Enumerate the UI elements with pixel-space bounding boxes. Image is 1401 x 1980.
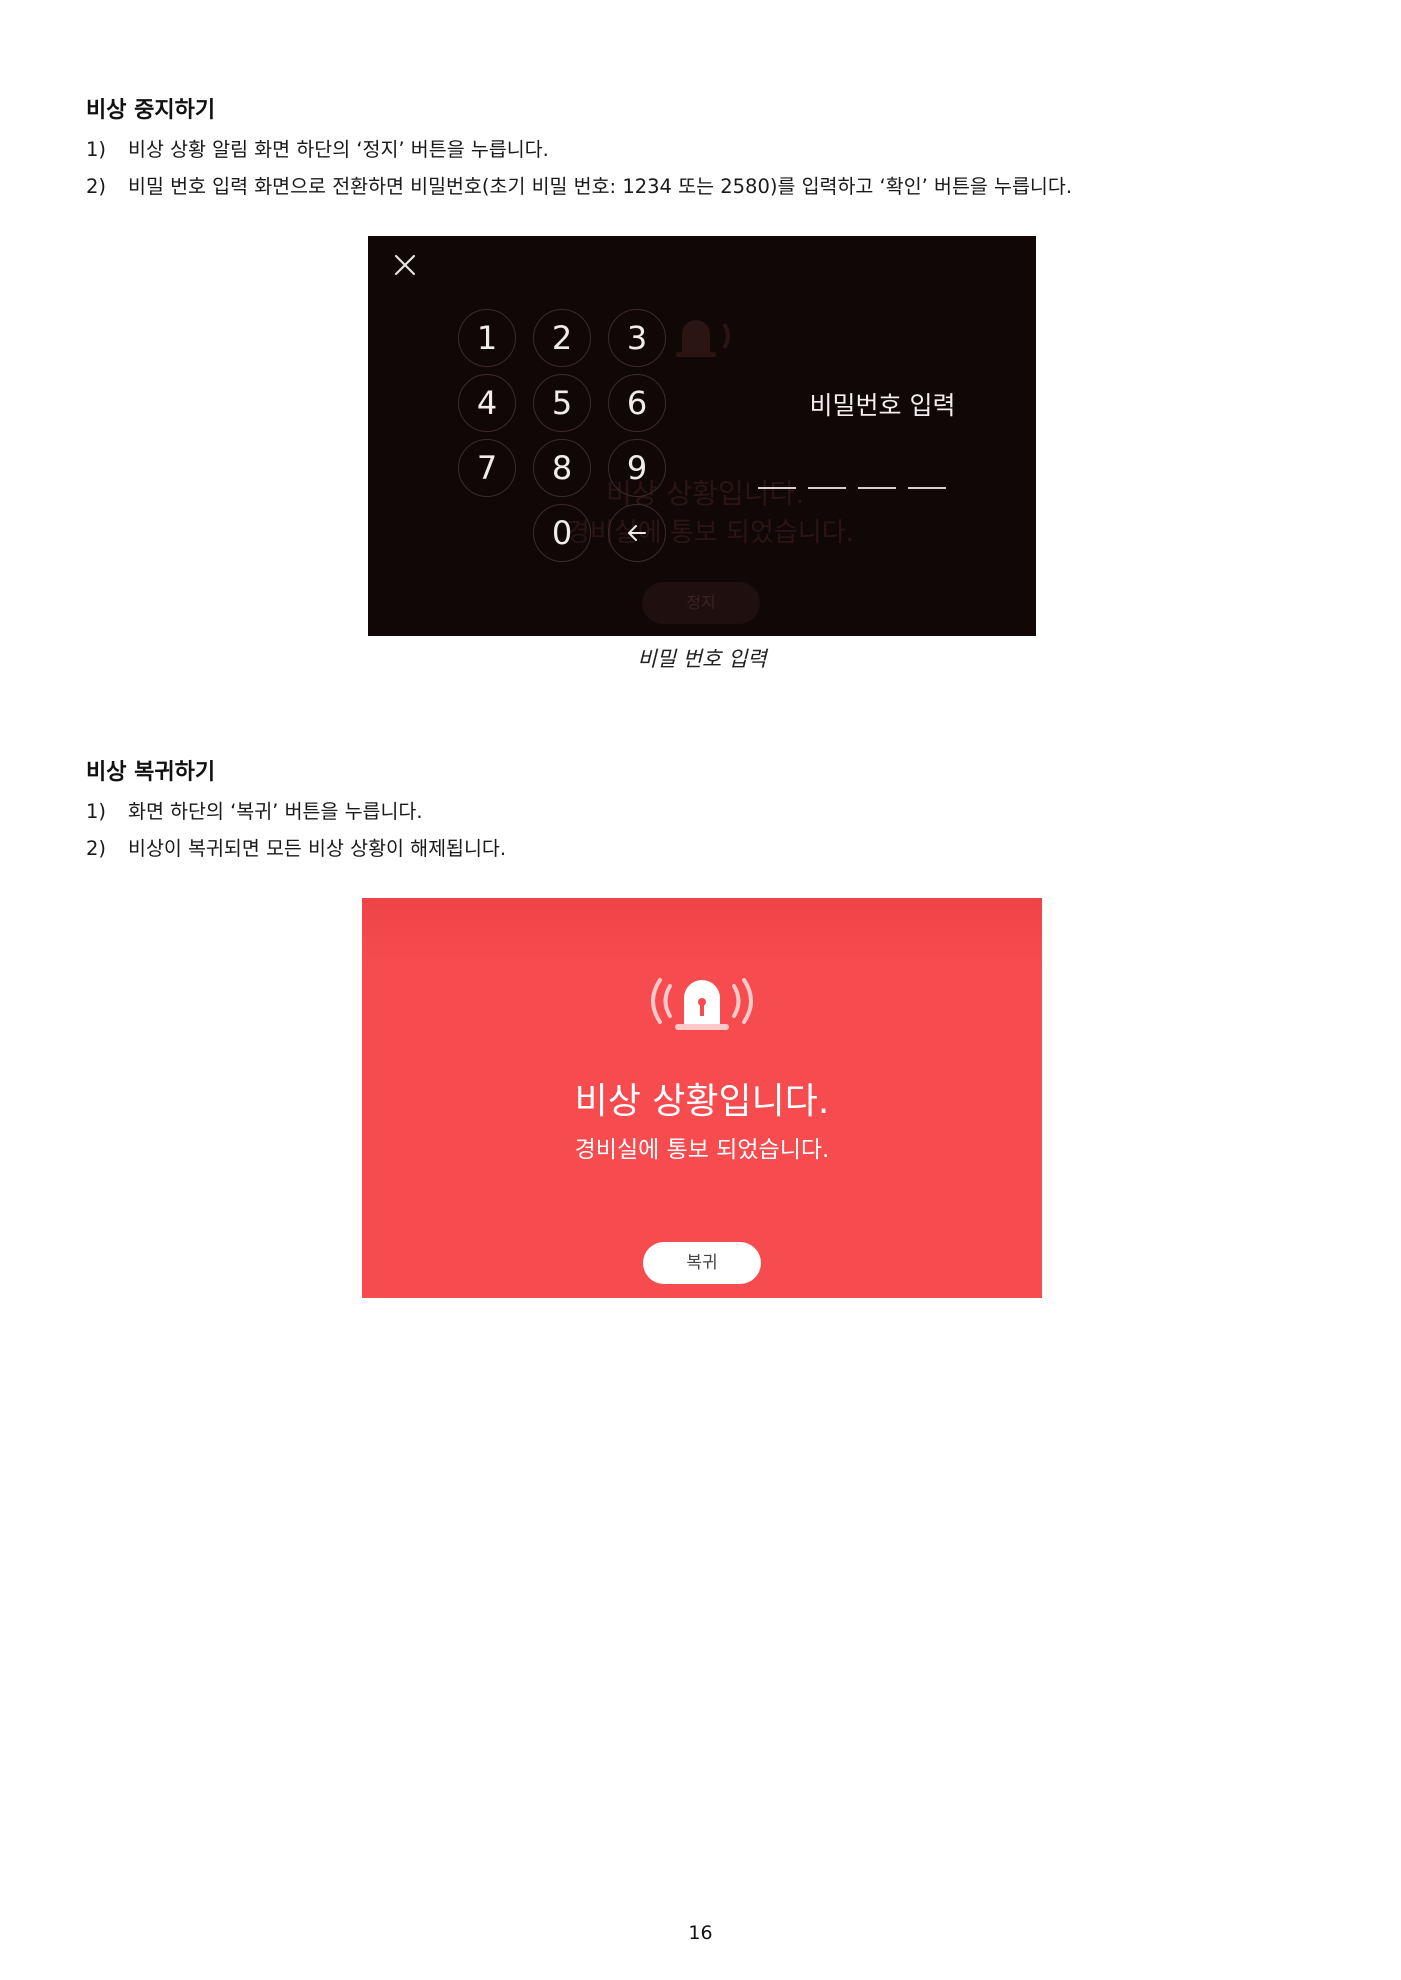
key-8[interactable]: 8 [533,439,591,497]
step-2: 2) 비밀 번호 입력 화면으로 전환하면 비밀번호(초기 비밀 번호: 1234… [86,170,1072,199]
siren-icon [651,978,753,1030]
password-digit-slot [758,487,796,489]
background-siren-icon [676,320,730,357]
key-0[interactable]: 0 [533,504,591,562]
password-digit-slot [858,487,896,489]
step-text: 비상 상황 알림 화면 하단의 ‘정지’ 버튼을 누릅니다. [128,138,549,161]
section-heading-emergency-stop: 비상 중지하기 [86,98,216,123]
key-1[interactable]: 1 [458,309,516,367]
step-number: 1) [86,138,107,161]
password-entry-title: 비밀번호 입력 [809,391,956,420]
step-1: 1) 비상 상황 알림 화면 하단의 ‘정지’ 버튼을 누릅니다. [86,133,549,162]
step-number: 2) [86,837,107,860]
background-stop-button: 정지 [642,582,760,624]
key-9[interactable]: 9 [608,439,666,497]
key-7[interactable]: 7 [458,439,516,497]
step-1: 1) 화면 하단의 ‘복귀’ 버튼을 누릅니다. [86,795,423,824]
emergency-alarm-screenshot: 비상 상황입니다. 경비실에 통보 되었습니다. 복귀 [362,898,1042,1298]
key-6[interactable]: 6 [608,374,666,432]
key-3[interactable]: 3 [608,309,666,367]
step-2: 2) 비상이 복귀되면 모든 비상 상황이 해제됩니다. [86,832,506,861]
step-text: 화면 하단의 ‘복귀’ 버튼을 누릅니다. [128,800,423,823]
step-text: 비밀 번호 입력 화면으로 전환하면 비밀번호(초기 비밀 번호: 1234 또… [128,175,1073,198]
password-digit-slot [808,487,846,489]
close-icon[interactable] [390,250,420,280]
alarm-title: 비상 상황입니다. [574,1081,830,1122]
figure-caption: 비밀 번호 입력 [637,647,767,671]
section-heading-emergency-restore: 비상 복귀하기 [86,760,216,785]
back-arrow-icon [628,525,646,541]
step-number: 1) [86,800,107,823]
key-4[interactable]: 4 [458,374,516,432]
step-text: 비상이 복귀되면 모든 비상 상황이 해제됩니다. [128,837,507,860]
page-number: 16 [688,1922,713,1944]
step-number: 2) [86,175,107,198]
restore-button[interactable]: 복귀 [643,1242,761,1284]
password-keypad-screenshot: 비상 상황입니다. 경비실에 통보 되었습니다. 정지 1 2 3 4 5 6 … [368,236,1036,636]
key-5[interactable]: 5 [533,374,591,432]
alarm-subtitle: 경비실에 통보 되었습니다. [574,1137,830,1163]
backspace-key[interactable] [608,504,666,562]
key-2[interactable]: 2 [533,309,591,367]
password-digit-slot [908,487,946,489]
